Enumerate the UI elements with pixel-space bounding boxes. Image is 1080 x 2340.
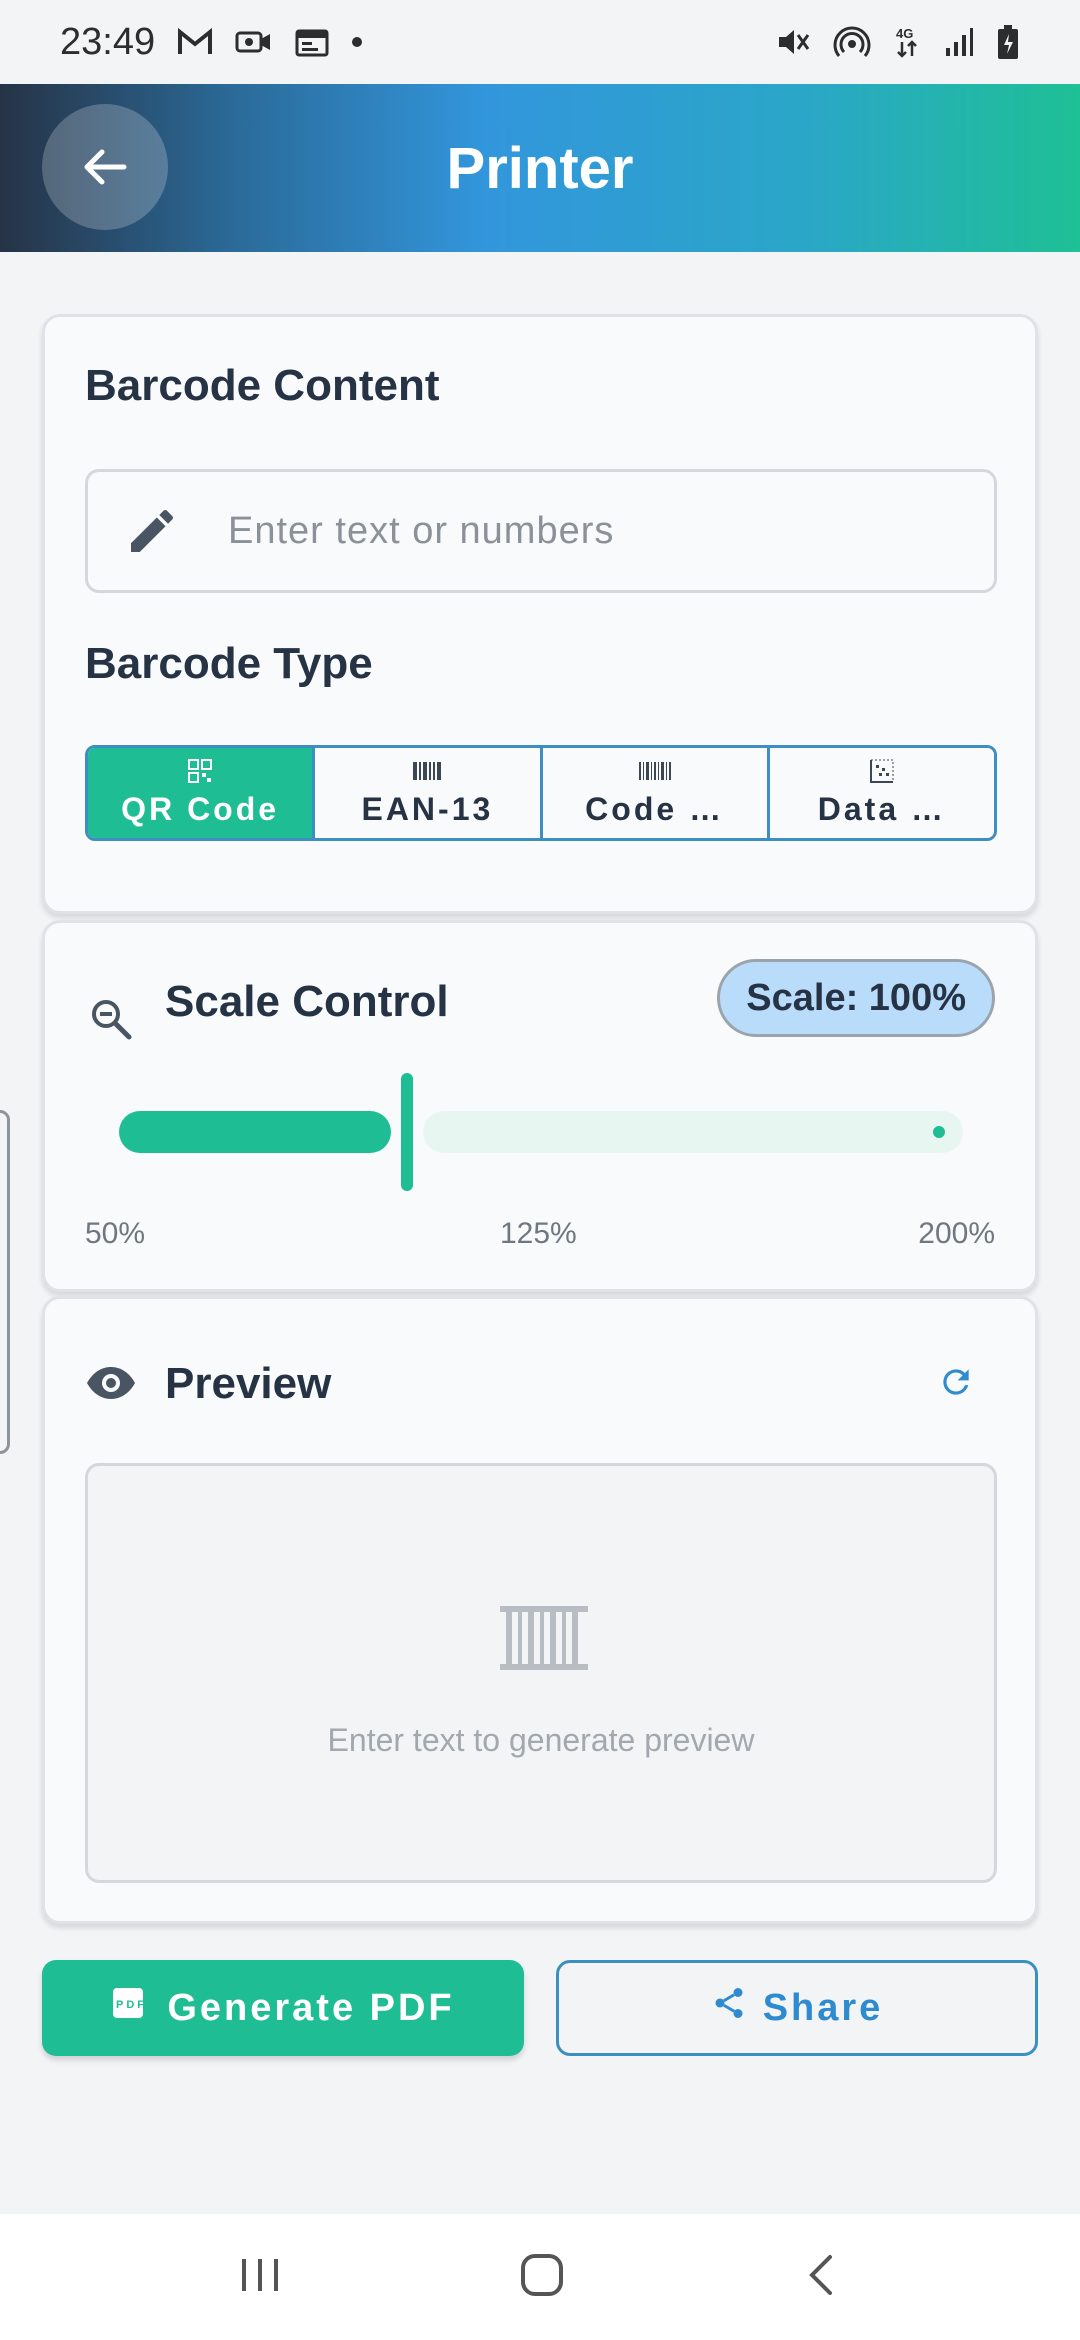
barcode-icon [638, 759, 671, 783]
mute-icon [776, 25, 810, 59]
preview-heading: Preview [165, 1359, 332, 1408]
pencil-icon [131, 509, 174, 552]
home-button[interactable] [518, 2251, 566, 2304]
arrow-left-icon [84, 149, 127, 185]
segment-label: Data … [817, 790, 946, 827]
signal-icon [944, 26, 974, 58]
slider-track-active [119, 1111, 391, 1153]
preview-area: Enter text to generate preview [85, 1463, 997, 1883]
svg-text:PDF: PDF [116, 1999, 145, 2011]
segment-label: EAN-13 [361, 790, 494, 827]
app-header: Printer [0, 84, 1080, 252]
edge-panel-handle[interactable] [0, 1110, 10, 1454]
barcode-placeholder-icon [500, 1606, 588, 1675]
chevron-left-icon [809, 2254, 832, 2295]
barcode-content-input[interactable] [228, 509, 928, 553]
slider-thumb[interactable] [401, 1073, 413, 1191]
barcode-settings-card: Barcode Content Barcode Type QR Code EAN… [42, 314, 1038, 914]
preview-empty-hint: Enter text to generate preview [327, 1722, 755, 1758]
barcode-icon [413, 759, 442, 783]
share-label: Share [762, 1986, 884, 2029]
segment-label: QR Code [121, 790, 280, 827]
share-icon [711, 1985, 747, 2031]
barcode-type-ean-13[interactable]: EAN-13 [312, 748, 540, 838]
system-nav-bar [0, 2214, 1080, 2340]
scale-control-card: Scale Control Scale: 100% 50% 125% 200% [42, 920, 1038, 1292]
recent-apps-button[interactable] [238, 2255, 282, 2300]
barcode-content-heading: Barcode Content [85, 361, 440, 410]
generate-pdf-label: Generate PDF [167, 1986, 455, 2029]
qr-icon [188, 758, 213, 783]
scale-value-badge: Scale: 100% [717, 959, 995, 1037]
share-button[interactable]: Share [556, 1960, 1038, 2056]
eye-icon [85, 1365, 137, 1406]
scale-max-label: 200% [918, 1217, 995, 1250]
notification-dot-icon [351, 36, 363, 48]
preview-card: Preview Enter text to generate preview [42, 1296, 1038, 1924]
pdf-file-icon: PDF [111, 1986, 145, 2030]
refresh-icon[interactable] [937, 1363, 975, 1406]
recent-apps-icon [242, 2258, 278, 2291]
generate-pdf-button[interactable]: PDF Generate PDF [42, 1960, 524, 2056]
slider-track-inactive [423, 1111, 963, 1153]
network-4g-icon: 4G [894, 24, 922, 60]
calendar-icon [295, 27, 329, 57]
hotspot-icon [832, 24, 872, 60]
datamatrix-icon [869, 759, 894, 783]
barcode-type-code[interactable]: Code … [539, 748, 767, 838]
zoom-out-icon [89, 997, 133, 1046]
nav-back-button[interactable] [802, 2251, 842, 2304]
barcode-type-data[interactable]: Data … [766, 748, 994, 838]
gmail-icon [177, 27, 213, 57]
back-button[interactable] [42, 104, 168, 230]
scale-min-label: 50% [85, 1217, 146, 1250]
status-bar: 23:49 4G [0, 0, 1080, 84]
segment-label: Code … [585, 790, 725, 827]
barcode-content-field[interactable] [85, 469, 997, 593]
battery-charging-icon [996, 24, 1020, 60]
barcode-type-heading: Barcode Type [85, 639, 373, 688]
home-icon [521, 2253, 563, 2296]
scale-control-heading: Scale Control [165, 977, 449, 1026]
camera-chat-icon [235, 27, 273, 57]
barcode-type-qr-code[interactable]: QR Code [88, 748, 313, 838]
scale-mid-label: 125% [500, 1217, 577, 1250]
slider-end-marker [933, 1126, 945, 1138]
svg-text:4G: 4G [896, 26, 913, 41]
status-time: 23:49 [60, 20, 156, 63]
barcode-type-selector: QR Code EAN-13 Code … Data … [85, 745, 997, 841]
